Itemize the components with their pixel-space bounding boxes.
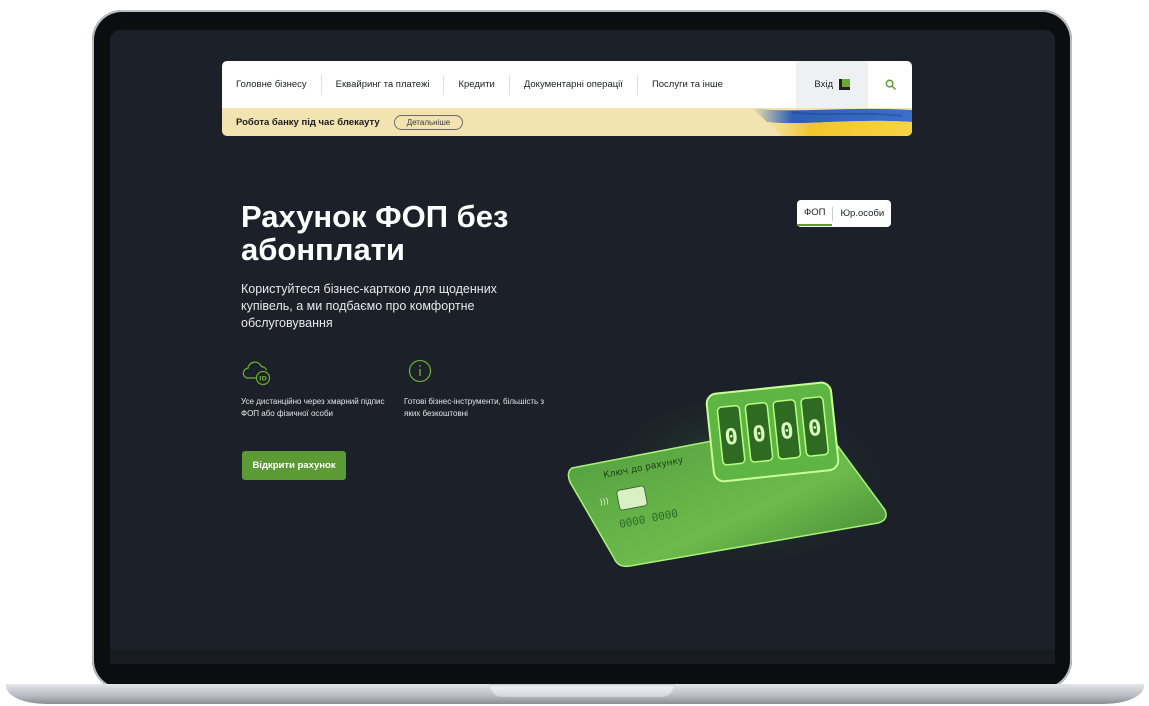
login-button[interactable]: Вхід: [796, 61, 868, 108]
counter-digit: 0: [723, 425, 739, 451]
hero-description: Користуйтеся бізнес-карткою для щоденних…: [241, 282, 497, 330]
counter-digit: 0: [751, 422, 767, 448]
search-button[interactable]: [868, 61, 912, 108]
cloud-id-icon: ID: [242, 361, 271, 386]
nav-item-business-main[interactable]: Головне бізнесу: [222, 61, 321, 108]
business-card-illustration: Ключ до рахунку ))) 0000 0000 0 0 0 0: [567, 380, 900, 580]
info-icon: [408, 359, 432, 383]
notice-text: Робота банку під час блекауту: [236, 116, 380, 128]
account-type-toggle: ФОП Юр.особи: [797, 200, 892, 227]
feature-business-tools: Готові бізнес-інструменти, більшість з я…: [404, 397, 545, 418]
nav-item-acquiring[interactable]: Еквайринг та платежі: [322, 61, 444, 108]
svg-text:ID: ID: [259, 375, 267, 383]
login-label: Вхід: [814, 79, 833, 90]
login-icon: [839, 79, 850, 90]
blackout-notice: Робота банку під час блекауту Детальніше: [222, 108, 912, 136]
counter-block: 0 0 0 0: [705, 381, 840, 483]
search-icon: [885, 79, 896, 90]
laptop-chin: [110, 650, 1055, 664]
contactless-icon: ))): [599, 496, 610, 507]
nav-item-services[interactable]: Послуги та інше: [638, 61, 737, 108]
screen: Головне бізнесу Еквайринг та платежі Кре…: [110, 30, 1055, 650]
laptop-notch: [489, 684, 675, 697]
nav-item-documentary[interactable]: Документарні операції: [510, 61, 637, 108]
counter-digit: 0: [807, 416, 823, 442]
toggle-option-legal[interactable]: Юр.особи: [833, 208, 891, 219]
top-navigation: Головне бізнесу Еквайринг та платежі Кре…: [222, 61, 912, 108]
open-account-button[interactable]: Відкрити рахунок: [242, 451, 346, 480]
page-title: Рахунок ФОП без абонплати: [241, 199, 509, 267]
toggle-option-fop[interactable]: ФОП: [797, 201, 833, 226]
nav-item-credits[interactable]: Кредити: [444, 61, 508, 108]
feature-remote-signing: Усе дистанційно через хмарний підпис ФОП…: [241, 397, 385, 418]
details-button[interactable]: Детальніше: [393, 114, 464, 130]
counter-digit: 0: [779, 419, 795, 445]
ukraine-flag-image: [752, 108, 912, 136]
